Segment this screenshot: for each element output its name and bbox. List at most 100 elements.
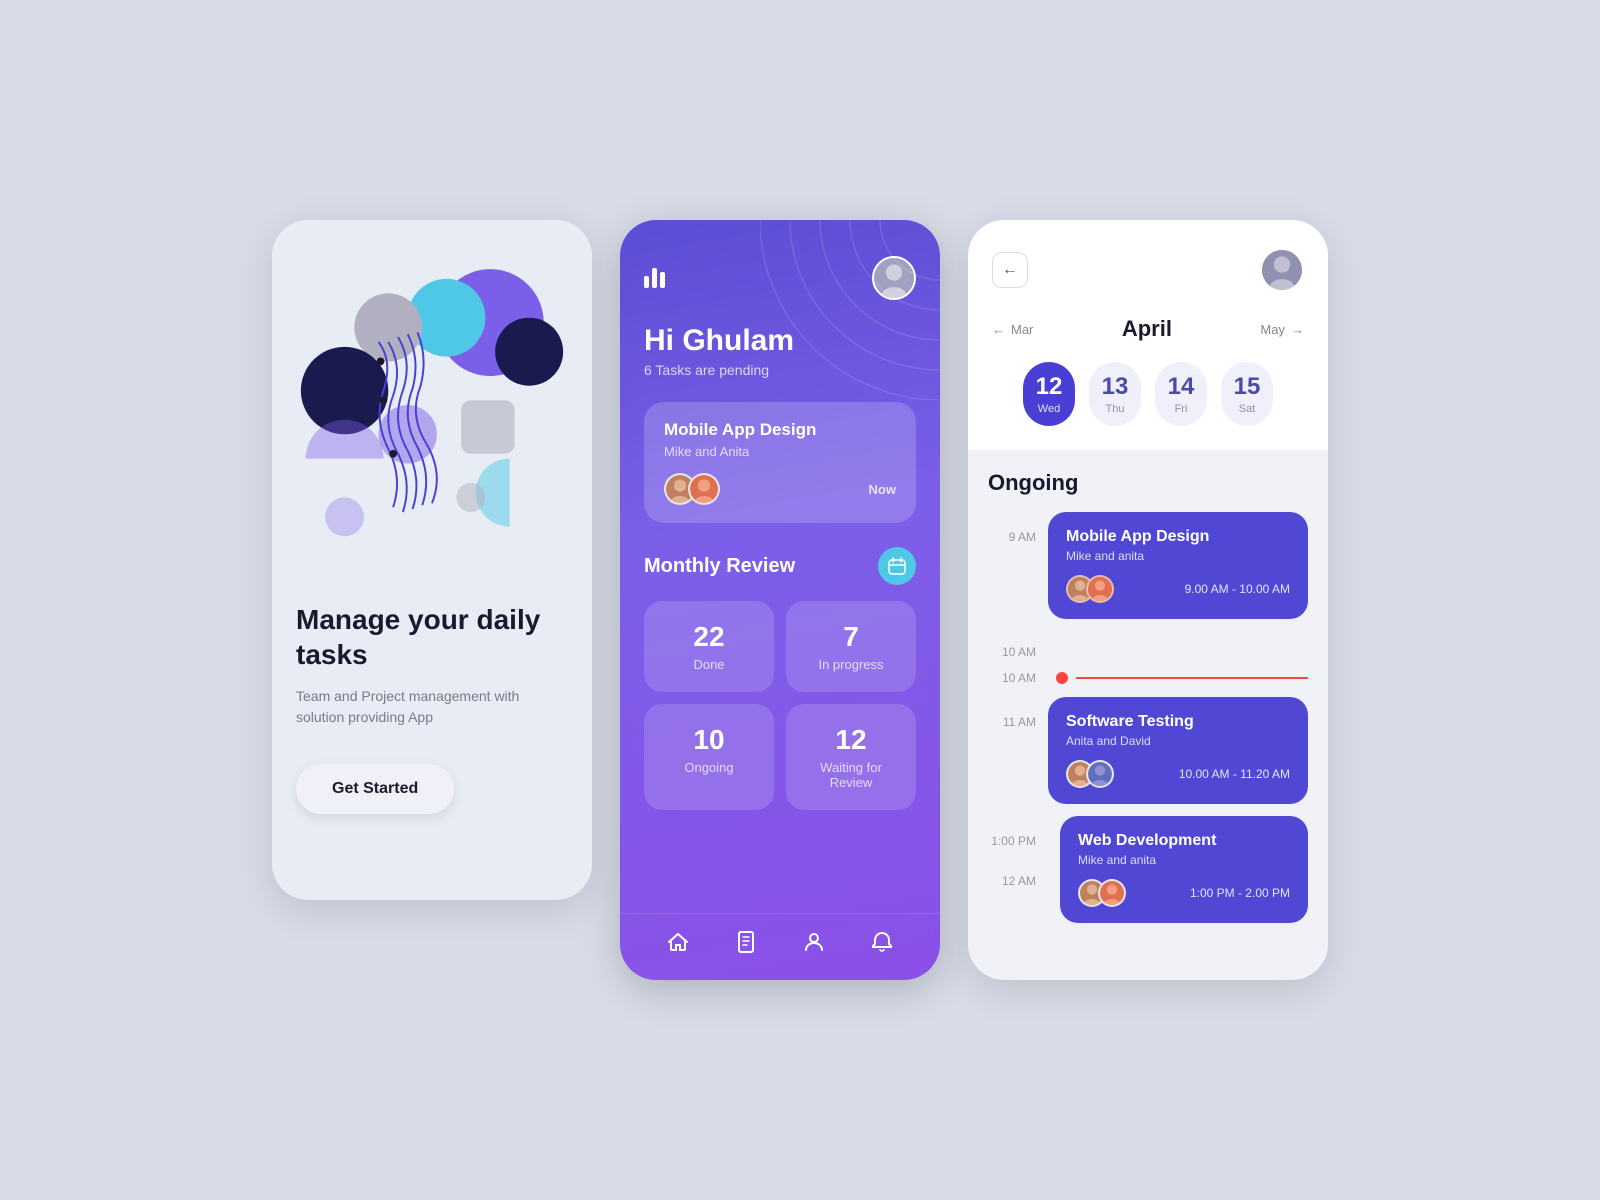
day-number-12: 12 — [1036, 373, 1063, 401]
event-2-footer: 10.00 AM - 11.20 AM — [1066, 760, 1290, 788]
tasks-pending-text: 6 Tasks are pending — [644, 362, 916, 378]
event-3-sub: Mike and anita — [1078, 853, 1290, 867]
review-title: Monthly Review — [644, 555, 795, 578]
event-3-footer: 1:00 PM - 2.00 PM — [1078, 879, 1290, 907]
time-9am: 9 AM — [988, 512, 1036, 544]
timeline-event-3: 1:00 PM 12 AM Web Development Mike and a… — [988, 816, 1308, 923]
stat-inprogress-label: In progress — [802, 657, 900, 672]
stat-waiting: 12 Waiting for Review — [786, 704, 916, 810]
calendar-month-nav: ← Mar April May → — [992, 316, 1304, 342]
back-button[interactable]: ← — [992, 252, 1028, 288]
current-month: April — [1122, 316, 1172, 342]
event-web-dev[interactable]: Web Development Mike and anita — [1060, 816, 1308, 923]
cal-day-12[interactable]: 12 Wed — [1021, 362, 1077, 426]
event-2-title: Software Testing — [1066, 713, 1290, 731]
day-label-13: Thu — [1106, 403, 1125, 415]
day-num-12: 12 Wed — [1023, 362, 1075, 426]
day-num-15: 15 Sat — [1221, 362, 1273, 426]
calendar-header: ← — [992, 248, 1304, 292]
ongoing-title: Ongoing — [988, 470, 1308, 496]
onboard-subtitle: Team and Project management with solutio… — [296, 686, 568, 728]
next-month-button[interactable]: May → — [1260, 322, 1304, 337]
event-2-avatars — [1066, 760, 1106, 788]
cal-day-15[interactable]: 15 Sat — [1219, 362, 1275, 426]
day-label-14: Fri — [1175, 403, 1188, 415]
stat-ongoing-label: Ongoing — [660, 760, 758, 775]
day-number-13: 13 — [1102, 373, 1129, 401]
time-dot — [1056, 672, 1068, 684]
event-2-sub: Anita and David — [1066, 734, 1290, 748]
time-line — [1076, 677, 1308, 679]
next-arrow-icon: → — [1291, 322, 1304, 337]
nav-document-icon[interactable] — [734, 930, 758, 960]
task-card-title: Mobile App Design — [664, 420, 896, 440]
stat-done-label: Done — [660, 657, 758, 672]
onboarding-illustration — [296, 250, 568, 570]
bar-chart-icon — [644, 268, 665, 288]
time-labels-3: 1:00 PM 12 AM — [988, 816, 1036, 888]
stat-ongoing-number: 10 — [660, 724, 758, 756]
event-2-time: 10.00 AM - 11.20 AM — [1179, 767, 1290, 781]
task-time: Now — [869, 482, 896, 497]
get-started-button[interactable]: Get Started — [296, 764, 454, 814]
review-header: Monthly Review — [644, 547, 916, 585]
event-1-title: Mobile App Design — [1066, 528, 1290, 546]
dashboard-header — [644, 256, 916, 300]
day-num-13: 13 Thu — [1089, 362, 1141, 426]
cal-day-13[interactable]: 13 Thu — [1087, 362, 1143, 426]
event-mobile-app[interactable]: Mobile App Design Mike and anita — [1048, 512, 1308, 619]
prev-month-label: Mar — [1011, 322, 1033, 337]
time-12am: 12 AM — [988, 856, 1036, 888]
review-section: Monthly Review 22 Done 7 In progress — [620, 547, 940, 834]
event-3-time: 1:00 PM - 2.00 PM — [1190, 886, 1290, 900]
screen-dashboard: Hi Ghulam 6 Tasks are pending Mobile App… — [620, 220, 940, 980]
event-3-title: Web Development — [1078, 832, 1290, 850]
calendar-icon-button[interactable] — [878, 547, 916, 585]
nav-person-icon[interactable] — [802, 930, 826, 960]
screen-onboarding: Manage your daily tasks Team and Project… — [272, 220, 592, 900]
nav-home-icon[interactable] — [666, 930, 690, 960]
stats-grid: 22 Done 7 In progress 10 Ongoing 12 Wait… — [644, 601, 916, 810]
day-num-14: 14 Fri — [1155, 362, 1207, 426]
ongoing-section: Ongoing 9 AM Mobile App Design Mike and … — [968, 450, 1328, 980]
nav-bell-icon[interactable] — [870, 930, 894, 960]
time-11am: 11 AM — [988, 697, 1036, 729]
task-card-footer: Now — [664, 473, 896, 505]
time-1pm: 1:00 PM — [988, 816, 1036, 848]
task-avatars — [664, 473, 712, 505]
event-software-testing[interactable]: Software Testing Anita and David — [1048, 697, 1308, 804]
stat-done: 22 Done — [644, 601, 774, 692]
current-time-indicator: 10 AM — [988, 667, 1308, 689]
stat-done-number: 22 — [660, 621, 758, 653]
prev-month-button[interactable]: ← Mar — [992, 322, 1033, 337]
timeline: 9 AM Mobile App Design Mike and anita — [988, 512, 1308, 931]
event-1-sub: Mike and anita — [1066, 549, 1290, 563]
screen-calendar: ← ← Mar April May → — [968, 220, 1328, 980]
stat-ongoing: 10 Ongoing — [644, 704, 774, 810]
cal-user-avatar[interactable] — [1260, 248, 1304, 292]
task-card-mobile[interactable]: Mobile App Design Mike and Anita — [644, 402, 916, 523]
stat-waiting-number: 12 — [802, 724, 900, 756]
dashboard-top: Hi Ghulam 6 Tasks are pending — [620, 220, 940, 402]
day-number-15: 15 — [1234, 373, 1261, 401]
event1-avatar2 — [1086, 575, 1114, 603]
time-10am-row: 10 AM — [988, 627, 1308, 659]
event-1-avatars — [1066, 575, 1106, 603]
event3-avatar2 — [1098, 879, 1126, 907]
onboard-title: Manage your daily tasks — [296, 602, 568, 672]
event-1-time: 9.00 AM - 10.00 AM — [1185, 582, 1290, 596]
event-3-avatars — [1078, 879, 1118, 907]
day-number-14: 14 — [1168, 373, 1195, 401]
task-section: Mobile App Design Mike and Anita — [620, 402, 940, 547]
cal-day-14[interactable]: 14 Fri — [1153, 362, 1209, 426]
current-time-label: 10 AM — [988, 671, 1036, 685]
event-1-footer: 9.00 AM - 10.00 AM — [1066, 575, 1290, 603]
day-label-12: Wed — [1038, 403, 1060, 415]
calendar-days: 12 Wed 13 Thu 14 Fri — [992, 362, 1304, 426]
timeline-event-1: 9 AM Mobile App Design Mike and anita — [988, 512, 1308, 619]
user-avatar[interactable] — [872, 256, 916, 300]
avatar-anita — [688, 473, 720, 505]
event2-avatar2 — [1086, 760, 1114, 788]
next-month-label: May — [1260, 322, 1285, 337]
screens-container: Manage your daily tasks Team and Project… — [272, 220, 1328, 980]
